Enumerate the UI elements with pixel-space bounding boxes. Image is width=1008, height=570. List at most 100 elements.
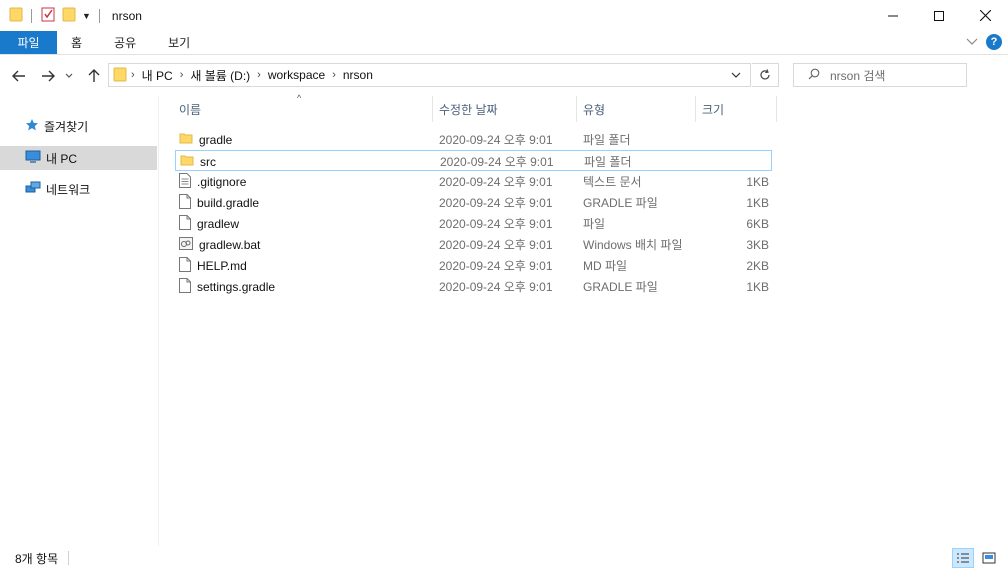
column-headers: ^ 이름 수정한 날짜 유형 크기	[160, 93, 780, 122]
breadcrumb-workspace[interactable]: workspace	[265, 68, 328, 82]
nav-item-label: 내 PC	[46, 151, 78, 166]
file-name-cell: settings.gradle	[179, 276, 275, 297]
file-date: 2020-09-24 오후 9:01	[439, 259, 553, 273]
address-bar[interactable]: › 내 PC › 새 볼륨 (D:) › workspace › nrson	[108, 63, 751, 87]
address-history-dropdown[interactable]	[722, 64, 750, 86]
file-name-cell: .gitignore	[179, 171, 246, 192]
file-type: GRADLE 파일	[583, 280, 658, 294]
file-size: 1KB	[746, 174, 769, 189]
file-date: 2020-09-24 오후 9:01	[440, 155, 554, 169]
navigation-bar: › 내 PC › 새 볼륨 (D:) › workspace › nrson n…	[0, 56, 1008, 96]
file-date: 2020-09-24 오후 9:01	[439, 196, 553, 210]
file-row[interactable]: settings.gradle 2020-09-24 오후 9:01 GRADLE …	[175, 276, 772, 297]
up-button[interactable]	[83, 65, 105, 87]
file-icon	[179, 256, 191, 275]
search-input[interactable]: nrson 검색	[793, 63, 967, 87]
file-size: 1KB	[746, 279, 769, 294]
file-size	[709, 129, 769, 150]
refresh-button[interactable]	[752, 63, 779, 87]
chevron-right-icon[interactable]: ›	[176, 69, 188, 81]
file-size	[708, 151, 768, 172]
text-file-icon	[179, 172, 191, 191]
nav-item-network[interactable]: 네트워크	[0, 177, 157, 201]
file-type: MD 파일	[583, 259, 628, 273]
file-row[interactable]: gradlew.bat 2020-09-24 오후 9:01 Windows 배치 …	[175, 234, 772, 255]
file-row[interactable]: src 2020-09-24 오후 9:01 파일 폴더	[175, 150, 772, 171]
search-icon	[808, 68, 820, 83]
new-folder-icon[interactable]	[62, 6, 76, 25]
expand-ribbon-icon[interactable]	[966, 35, 978, 49]
star-icon	[25, 118, 39, 135]
customize-toolbar-dropdown[interactable]: ▼	[82, 11, 91, 21]
network-icon	[25, 181, 41, 198]
file-row[interactable]: HELP.md 2020-09-24 오후 9:01 MD 파일 2KB	[175, 255, 772, 276]
column-header-type[interactable]: 유형	[577, 96, 696, 122]
file-size: 2KB	[746, 258, 769, 273]
file-name: gradlew.bat	[199, 237, 261, 252]
nav-item-this-pc[interactable]: 내 PC	[0, 146, 157, 170]
file-name: .gitignore	[197, 174, 247, 189]
breadcrumb-nrson[interactable]: nrson	[340, 68, 376, 82]
tab-share[interactable]: 공유	[98, 31, 152, 54]
properties-icon[interactable]	[40, 6, 56, 25]
window-title: nrson	[111, 8, 142, 23]
column-header-date[interactable]: 수정한 날짜	[433, 96, 577, 122]
file-name-cell: src	[180, 151, 216, 172]
toolbar-separator	[98, 8, 100, 23]
ribbon-right-controls: ?	[966, 34, 1002, 50]
chevron-right-icon[interactable]: ›	[127, 69, 139, 81]
close-button[interactable]	[962, 0, 1008, 31]
computer-icon	[25, 150, 41, 167]
quick-access-toolbar: ▼ nrson	[0, 0, 142, 31]
chevron-right-icon[interactable]: ›	[328, 69, 340, 81]
file-date: 2020-09-24 오후 9:01	[439, 238, 553, 252]
item-count: 8개 항목	[15, 551, 59, 566]
file-type: GRADLE 파일	[583, 196, 658, 210]
status-bar: 8개 항목	[0, 546, 1008, 570]
file-date: 2020-09-24 오후 9:01	[439, 133, 553, 147]
breadcrumb-this-pc[interactable]: 내 PC	[139, 67, 176, 84]
file-list: ^ 이름 수정한 날짜 유형 크기 gradle 2020-09-24 오후 9:…	[160, 93, 1008, 546]
file-name-cell: gradlew.bat	[179, 234, 260, 255]
file-name: gradlew	[197, 216, 240, 231]
file-type: 파일	[583, 217, 606, 231]
column-header-size[interactable]: 크기	[696, 96, 777, 122]
file-name: HELP.md	[197, 258, 247, 273]
file-date: 2020-09-24 오후 9:01	[439, 175, 553, 189]
file-row[interactable]: build.gradle 2020-09-24 오후 9:01 GRADLE 파일 1…	[175, 192, 772, 213]
file-type: 파일 폴더	[584, 155, 632, 169]
tab-home[interactable]: 홈	[57, 31, 98, 54]
file-date: 2020-09-24 오후 9:01	[439, 217, 553, 231]
help-icon[interactable]: ?	[986, 34, 1002, 50]
folder-icon	[180, 153, 194, 170]
recent-locations-dropdown[interactable]	[62, 65, 76, 87]
status-separator	[68, 551, 70, 565]
file-row[interactable]: gradle 2020-09-24 오후 9:01 파일 폴더	[175, 129, 772, 150]
nav-item-label: 네트워크	[46, 182, 91, 197]
nav-item-quick-access[interactable]: 즐겨찾기	[0, 114, 157, 138]
minimize-button[interactable]	[870, 0, 916, 31]
column-header-name[interactable]: 이름	[173, 96, 433, 122]
maximize-button[interactable]	[916, 0, 962, 31]
title-bar: ▼ nrson	[0, 0, 1008, 31]
tab-view[interactable]: 보기	[152, 31, 206, 54]
breadcrumb: › 내 PC › 새 볼륨 (D:) › workspace › nrson	[109, 64, 376, 86]
file-row[interactable]: gradlew 2020-09-24 오후 9:01 파일 6KB	[175, 213, 772, 234]
search-placeholder: nrson 검색	[830, 68, 886, 83]
chevron-right-icon[interactable]: ›	[253, 69, 265, 81]
file-type: Windows 배치 파일	[583, 238, 683, 252]
breadcrumb-volume-d[interactable]: 새 볼륨 (D:)	[187, 67, 253, 84]
forward-button[interactable]	[37, 65, 59, 87]
large-icons-view-button[interactable]	[978, 548, 1000, 568]
tab-file[interactable]: 파일	[0, 31, 57, 54]
file-row[interactable]: .gitignore 2020-09-24 오후 9:01 텍스트 문서 1KB	[175, 171, 772, 192]
file-name: build.gradle	[197, 195, 260, 210]
details-view-button[interactable]	[952, 548, 974, 568]
file-type: 텍스트 문서	[583, 175, 642, 189]
file-name: settings.gradle	[197, 279, 276, 294]
file-icon	[179, 214, 191, 233]
file-name-cell: HELP.md	[179, 255, 247, 276]
back-button[interactable]	[8, 65, 30, 87]
folder-icon	[179, 131, 193, 148]
window-controls	[870, 0, 1008, 31]
